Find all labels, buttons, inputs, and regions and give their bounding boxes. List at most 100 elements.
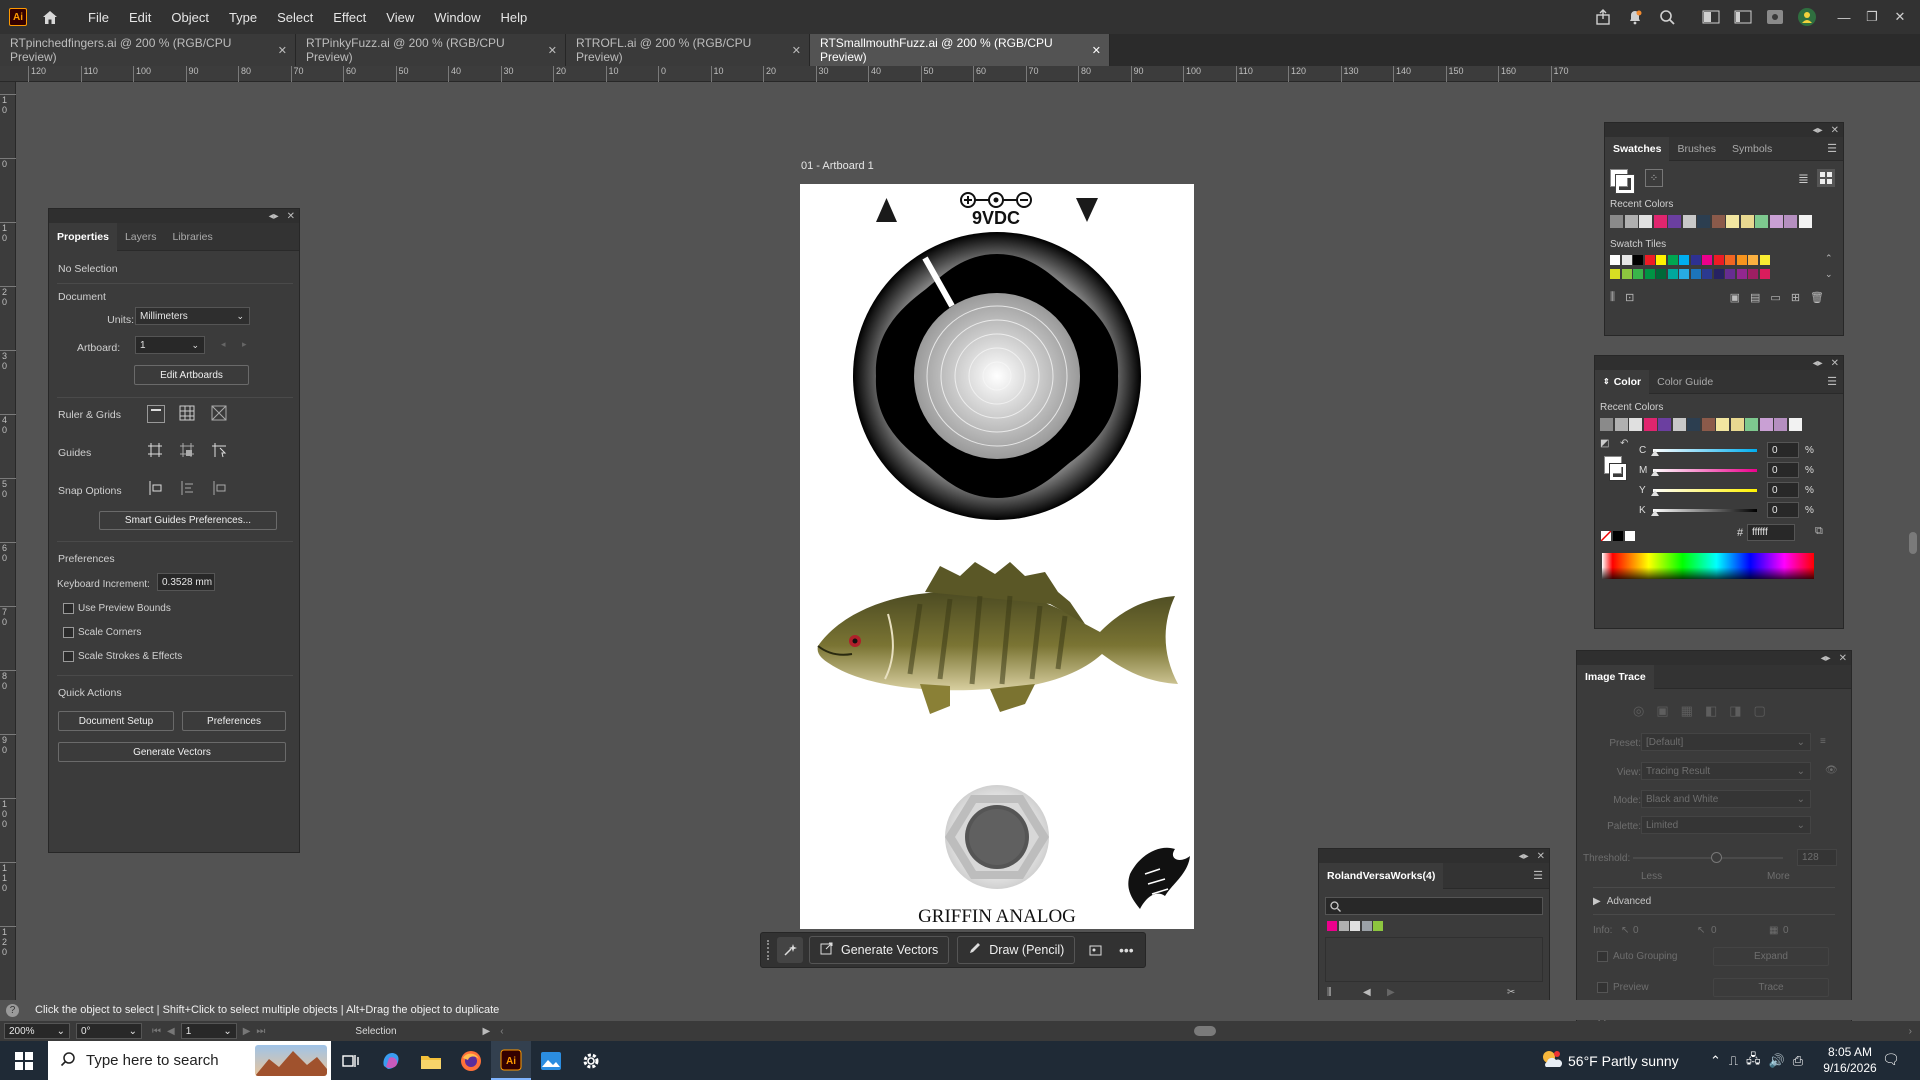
previous-artboard-icon[interactable]: ◀: [167, 1026, 175, 1037]
pixel-grid-icon[interactable]: [211, 405, 227, 421]
file-explorer-icon[interactable]: [411, 1041, 451, 1080]
delete-swatch-icon[interactable]: 🗑: [1810, 291, 1824, 304]
auto-grouping-checkbox[interactable]: [1597, 951, 1608, 962]
next-icon[interactable]: ▶: [1387, 987, 1395, 998]
channel-slider-thumb[interactable]: [1651, 510, 1659, 516]
channel-slider-thumb[interactable]: [1651, 470, 1659, 476]
stroke-color-swatch[interactable]: [1615, 174, 1635, 194]
scrollbar-thumb[interactable]: [1193, 1026, 1216, 1036]
horizontal-ruler[interactable]: 120 110 100 90 80 70 60 50 40 30 20 10 0 10 20 30 40 50 60…: [0, 66, 1920, 82]
color-swatch[interactable]: [1690, 269, 1701, 279]
color-swatch[interactable]: [1679, 269, 1689, 279]
color-swatch[interactable]: [1726, 215, 1739, 228]
tab-color[interactable]: ⇕ Color: [1595, 369, 1650, 394]
color-swatch[interactable]: [1725, 269, 1735, 279]
stroke-color-swatch[interactable]: [1609, 463, 1627, 481]
tab-swatches[interactable]: Swatches: [1605, 136, 1670, 161]
black-and-white-icon[interactable]: ◨: [1729, 703, 1741, 719]
color-swatch[interactable]: [1643, 418, 1657, 431]
palette-select[interactable]: Limited ⌄: [1641, 816, 1811, 834]
scroll-down-icon[interactable]: ⌄: [1825, 269, 1833, 280]
status-menu-icon[interactable]: ▶: [483, 1026, 491, 1037]
color-swatch[interactable]: [1774, 418, 1787, 431]
color-swatch[interactable]: [1745, 418, 1758, 431]
tab-libraries[interactable]: Libraries: [164, 223, 220, 251]
photos-icon[interactable]: [531, 1041, 571, 1080]
color-swatch[interactable]: [1672, 418, 1686, 431]
recent-colors-row[interactable]: [1610, 215, 1840, 229]
roland-swatch-row[interactable]: [1327, 921, 1385, 933]
color-swatch[interactable]: [1656, 269, 1666, 279]
channel-value-input[interactable]: 0: [1767, 442, 1799, 458]
close-icon[interactable]: ✕: [1092, 44, 1101, 57]
swatch-tiles-row[interactable]: [1610, 269, 1820, 281]
close-icon[interactable]: ✕: [1537, 851, 1545, 862]
color-swatch[interactable]: [1610, 215, 1623, 228]
zoom-select[interactable]: 200% ⌄: [4, 1023, 70, 1039]
color-swatch[interactable]: [1784, 215, 1797, 228]
channel-slider[interactable]: [1653, 469, 1757, 472]
tab-image-trace[interactable]: Image Trace: [1577, 664, 1654, 689]
smart-guides-preferences-button[interactable]: Smart Guides Preferences...: [99, 511, 277, 530]
generate-vectors-button[interactable]: Generate Vectors: [809, 936, 950, 964]
search-icon[interactable]: [1656, 6, 1678, 28]
help-icon[interactable]: ?: [6, 1003, 19, 1017]
minimize-window-icon[interactable]: —: [1830, 6, 1858, 28]
more-options-icon[interactable]: •••: [1113, 937, 1139, 963]
menu-window[interactable]: Window: [431, 8, 483, 27]
color-swatch[interactable]: [1656, 255, 1666, 265]
tab-rtpinchedfingers[interactable]: RTpinchedfingers.ai @ 200 % (RGB/CPU Pre…: [0, 34, 296, 66]
tab-color-guide[interactable]: Color Guide: [1649, 370, 1721, 394]
keyboard-increment-input[interactable]: 0.3528 mm: [157, 573, 215, 591]
color-swatch[interactable]: [1327, 921, 1337, 931]
eye-icon[interactable]: 👁: [1825, 765, 1838, 776]
snap-to-pixel-icon[interactable]: [211, 480, 229, 496]
channel-slider-thumb[interactable]: [1651, 490, 1659, 496]
image-options-icon[interactable]: [1083, 937, 1109, 963]
color-swatch[interactable]: [1759, 269, 1770, 279]
color-swatch[interactable]: [1350, 921, 1360, 931]
auto-color-icon[interactable]: ◎: [1633, 703, 1644, 719]
show-guides-icon[interactable]: [147, 442, 163, 458]
menu-file[interactable]: File: [85, 8, 112, 27]
outline-icon[interactable]: ▢: [1754, 703, 1766, 719]
close-icon[interactable]: ✕: [1831, 358, 1839, 369]
ruler-icon[interactable]: [147, 405, 165, 423]
channel-value-input[interactable]: 0: [1767, 482, 1799, 498]
edit-artboards-button[interactable]: Edit Artboards: [134, 365, 249, 385]
close-icon[interactable]: ✕: [1831, 125, 1839, 136]
smart-guides-icon[interactable]: [211, 442, 227, 458]
snap-to-glyph-icon[interactable]: [179, 480, 197, 496]
firefox-icon[interactable]: [451, 1041, 491, 1080]
low-color-icon[interactable]: ▦: [1681, 703, 1693, 719]
roland-search-input[interactable]: [1325, 897, 1543, 915]
menu-object[interactable]: Object: [168, 8, 212, 27]
tab-roland-versaworks[interactable]: RolandVersaWorks(4): [1319, 862, 1444, 889]
last-artboard-icon[interactable]: ⏭: [256, 1026, 265, 1037]
color-swatch[interactable]: [1610, 269, 1620, 279]
color-swatch[interactable]: [1740, 215, 1754, 228]
search-highlight-image[interactable]: [255, 1045, 327, 1076]
color-swatch[interactable]: [1653, 215, 1667, 228]
notification-bell-icon[interactable]: [1624, 6, 1646, 28]
tab-rtrofl[interactable]: RTROFL.ai @ 200 % (RGB/CPU Preview) ✕: [566, 34, 810, 66]
color-swatch[interactable]: [1759, 418, 1773, 431]
user-avatar[interactable]: [1796, 6, 1818, 28]
trace-button[interactable]: Trace: [1713, 978, 1829, 997]
previous-icon[interactable]: ◀: [1363, 987, 1371, 998]
windows-start-icon[interactable]: [4, 1041, 44, 1080]
color-spectrum[interactable]: [1602, 553, 1814, 579]
new-color-group-icon[interactable]: ▭: [1770, 291, 1780, 304]
share-icon[interactable]: [1592, 6, 1614, 28]
color-swatch[interactable]: [1713, 269, 1724, 279]
artboard[interactable]: 9VDC GRIFFIN ANALOG: [800, 184, 1194, 929]
color-swatch[interactable]: [1736, 269, 1747, 279]
color-swatch[interactable]: [1788, 418, 1802, 431]
notification-center-icon[interactable]: 🗨: [1882, 1051, 1900, 1068]
white-swatch[interactable]: [1625, 531, 1635, 541]
color-swatch[interactable]: [1621, 255, 1632, 265]
swap-colors-icon[interactable]: ↶: [1620, 438, 1628, 449]
grid-view-icon[interactable]: [1817, 169, 1835, 187]
none-swatch[interactable]: [1600, 530, 1612, 542]
hex-input[interactable]: ffffff: [1747, 524, 1795, 541]
